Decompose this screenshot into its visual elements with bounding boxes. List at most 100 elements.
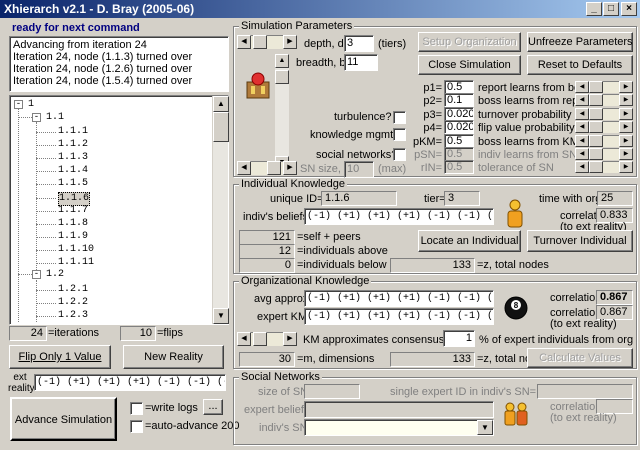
org-chart-icon — [245, 70, 271, 100]
log-box[interactable]: Advancing from iteration 24 Iteration 24… — [9, 36, 229, 92]
collapse-icon[interactable]: - — [14, 100, 23, 109]
turnover-individual-button[interactable]: Turnover Individual — [527, 230, 633, 252]
reset-defaults-button[interactable]: Reset to Defaults — [527, 55, 633, 75]
param-slider[interactable]: ◀ ▶ — [575, 94, 633, 107]
org-correlation-value: 0.867 — [596, 290, 633, 305]
org-tree[interactable]: - 1 - 1.1 1.1.1 1.1.2 1.1.3 1.1.4 1.1.5 1.1.6… — [9, 95, 229, 325]
param-key: pSN= — [414, 149, 442, 161]
tree-node-1-1[interactable]: 1.1 — [46, 112, 64, 124]
sn-size-unit: (max) — [378, 163, 407, 175]
auto-advance-checkbox[interactable] — [130, 420, 143, 433]
eight-ball-icon: 8 — [503, 295, 529, 321]
indiv-beliefs-field[interactable]: (-1) (+1) (+1) (+1) (-1) (-1) (-1) (-1) — [304, 208, 494, 225]
tree-leaf[interactable]: 1.1.10 — [58, 244, 94, 256]
param-input[interactable]: 0.5 — [444, 147, 474, 161]
param-input[interactable]: 0.5 — [444, 80, 474, 94]
browse-logs-button[interactable]: ... — [203, 399, 223, 415]
tree-leaf[interactable]: 1.1.1 — [58, 126, 88, 138]
param-description: indiv learns from SN — [478, 149, 578, 161]
tree-leaf[interactable]: 1.1.5 — [58, 178, 88, 190]
breadth-slider[interactable]: ▲▼ — [275, 54, 289, 170]
tree-leaf[interactable]: 1.1.11 — [58, 257, 94, 269]
km-consensus-suffix: % of expert individuals from org — [479, 334, 634, 346]
param-slider[interactable]: ◀ ▶ — [575, 121, 633, 134]
tree-leaf[interactable]: 1.2.3 — [58, 310, 88, 322]
param-input[interactable]: 0.020 — [444, 106, 474, 121]
tree-scrollbar[interactable]: ▲ ▼ — [212, 96, 229, 324]
chevron-down-icon[interactable]: ▼ — [477, 420, 493, 435]
expert-km-field[interactable]: (-1) (+1) (+1) (+1) (-1) (-1) (-1) (-1) — [304, 308, 494, 325]
param-slider[interactable]: ◀ ▶ — [575, 161, 633, 174]
param-description: boss learns from KM — [478, 135, 579, 148]
sn-size-input[interactable]: 10 — [344, 161, 374, 178]
ext-reality-label: ext reality — [8, 372, 35, 394]
flips-value: 10 — [120, 326, 156, 341]
close-simulation-button[interactable]: Close Simulation — [418, 55, 521, 75]
window-title-bar: Xhierarch v2.1 - D. Bray (2005-06) — [0, 0, 640, 18]
tree-leaf[interactable]: 1.1.3 — [58, 152, 88, 164]
tree-leaf[interactable]: 1.2.1 — [58, 284, 88, 296]
tree-leaf[interactable]: 1.1.9 — [58, 231, 88, 243]
setup-organization-button[interactable]: Setup Organization — [418, 32, 521, 52]
depth-input[interactable]: 3 — [344, 35, 374, 52]
param-key: p3= — [423, 108, 442, 121]
window-title: Xhierarch v2.1 - D. Bray (2005-06) — [4, 2, 195, 16]
flip-one-value-button[interactable]: Flip Only 1 Value — [9, 345, 111, 369]
param-description: flip value probability — [478, 122, 575, 135]
param-description: tolerance of SN — [478, 162, 554, 175]
turbulence-checkbox[interactable] — [393, 111, 406, 124]
expert-beliefs-field[interactable] — [304, 401, 494, 418]
tree-leaf[interactable]: 1.1.6 — [58, 191, 91, 206]
depth-slider[interactable]: ◀ ▶ — [237, 35, 297, 49]
social-network-icon — [502, 401, 530, 429]
self-peers-value: 121 — [239, 230, 295, 245]
individual-knowledge-title: Individual Knowledge — [239, 178, 347, 190]
iex-slider[interactable]: ◀ ▶ — [237, 332, 297, 346]
tree-leaf[interactable]: 1.1.2 — [58, 139, 88, 151]
advance-simulation-button[interactable]: Advance Simulation — [10, 397, 117, 441]
collapse-icon[interactable]: - — [32, 270, 41, 279]
time-with-org-value: 25 — [597, 191, 633, 206]
param-input[interactable]: 0.5 — [444, 160, 474, 175]
tree-node-1[interactable]: 1 — [28, 99, 34, 111]
param-input[interactable]: 0.1 — [444, 93, 474, 108]
maximize-button[interactable]: □ — [603, 2, 619, 16]
avg-approx-field[interactable]: (-1) (+1) (+1) (+1) (-1) (-1) (-1) (-1) — [304, 290, 494, 307]
close-button[interactable]: × — [621, 2, 637, 16]
knowledge-mgmt-checkbox[interactable] — [393, 128, 406, 141]
iterations-value: 24 — [9, 326, 47, 341]
tree-leaf[interactable]: 1.1.7 — [58, 205, 88, 217]
knowledge-mgmt-label: knowledge mgmt? — [310, 129, 400, 141]
tree-node-1-2[interactable]: 1.2 — [46, 269, 64, 281]
write-logs-checkbox[interactable] — [130, 402, 143, 415]
param-input[interactable]: 0.5 — [444, 133, 474, 148]
unique-id-value: 1.1.6 — [321, 191, 397, 206]
param-key: rIN= — [420, 162, 442, 175]
svg-text:8: 8 — [514, 301, 519, 310]
auto-advance-label: =auto-advance 200 — [145, 420, 240, 432]
param-slider[interactable]: ◀ ▶ — [575, 107, 633, 120]
collapse-icon[interactable]: - — [32, 113, 41, 122]
param-slider[interactable]: ◀ ▶ — [575, 134, 633, 147]
unfreeze-parameters-button[interactable]: Unfreeze Parameters — [527, 32, 633, 52]
new-reality-button[interactable]: New Reality — [123, 345, 224, 369]
locate-individual-button[interactable]: Locate an Individual — [418, 230, 521, 252]
social-networks-checkbox[interactable] — [393, 148, 406, 161]
param-key: pKM= — [412, 135, 442, 148]
indiv-sn-select[interactable] — [304, 419, 494, 436]
calculate-values-button[interactable]: Calculate Values — [527, 348, 633, 368]
minimize-button[interactable]: _ — [586, 2, 602, 16]
tree-leaf[interactable]: 1.1.8 — [58, 218, 88, 230]
sn-size-slider[interactable]: ◀ ▶ — [237, 161, 297, 175]
ext-reality-field[interactable]: (-1) (+1) (+1) (+1) (-1) (-1) (-1) (-1) — [34, 374, 226, 391]
iex-input[interactable]: 1 — [443, 330, 475, 347]
unique-id-label: unique ID= — [270, 193, 324, 205]
tree-leaf[interactable]: 1.2.2 — [58, 297, 88, 309]
param-input[interactable]: 0.020 — [444, 120, 474, 135]
param-key: p2= — [423, 95, 442, 108]
param-slider[interactable]: ◀ ▶ — [575, 148, 633, 160]
breadth-input[interactable]: 11 — [344, 54, 378, 71]
tree-leaf[interactable]: 1.1.4 — [58, 165, 88, 177]
self-peers-label: =self + peers — [297, 231, 361, 243]
param-slider[interactable]: ◀ ▶ — [575, 81, 633, 93]
